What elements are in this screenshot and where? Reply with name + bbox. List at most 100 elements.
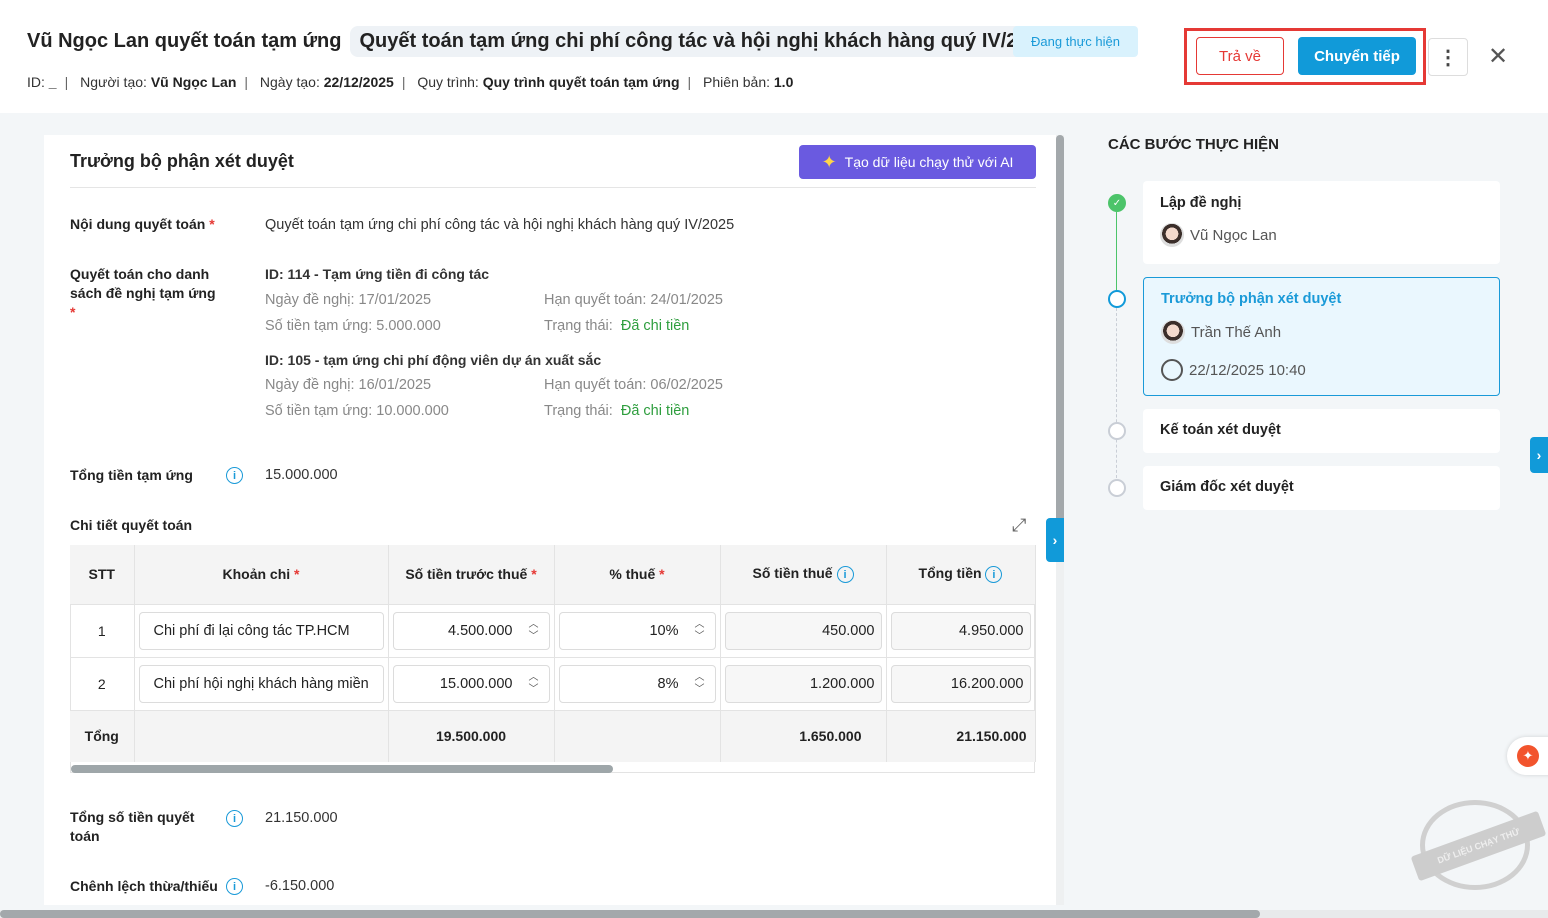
- col-tax-pct: % thuế *: [554, 545, 721, 604]
- content-value: Quyết toán tạm ứng chi phí công tác và h…: [265, 217, 735, 233]
- step-name: Lập đề nghị: [1160, 195, 1242, 211]
- request-status: Trạng thái: Đã chi tiền: [544, 318, 690, 334]
- info-icon[interactable]: i: [226, 810, 243, 827]
- detail-label: Chi tiết quyết toán: [70, 517, 193, 533]
- stepper-icon: ︿ ﹀: [528, 618, 539, 642]
- settle-total-value: 21.150.000: [265, 810, 338, 826]
- col-item: Khoản chi *: [134, 545, 389, 604]
- pending-step-icon: [1108, 422, 1126, 440]
- title-text: Vũ Ngọc Lan quyết toán tạm ứng: [27, 30, 342, 52]
- avatar: [1160, 223, 1184, 247]
- stepper-icon: ︿ ﹀: [528, 671, 539, 695]
- total-value: 16.200.000: [890, 664, 1031, 703]
- step-time: 22/12/2025 10:40: [1161, 359, 1306, 381]
- step-item[interactable]: Lập đề nghị Vũ Ngọc Lan: [1143, 181, 1500, 264]
- version-label: Phiên bản:: [703, 74, 770, 90]
- tax-value: 450.000: [724, 611, 882, 650]
- request-amount: Số tiền tạm ứng: 5.000.000: [265, 318, 441, 334]
- step-item-active[interactable]: Trưởng bộ phận xét duyệt Trần Thế Anh 22…: [1143, 277, 1500, 396]
- info-icon[interactable]: i: [226, 467, 243, 484]
- item-input[interactable]: Chi phí hội nghị khách hàng miền: [138, 664, 384, 703]
- ai-generate-button[interactable]: ✦ Tạo dữ liệu chạy thử với AI: [799, 145, 1036, 179]
- current-step-icon: [1108, 290, 1126, 308]
- step-person: Vũ Ngọc Lan: [1160, 223, 1277, 247]
- step-name: Giám đốc xét duyệt: [1160, 479, 1294, 495]
- id-value: _: [48, 74, 57, 90]
- date-label: Ngày tạo:: [259, 74, 320, 90]
- content-label: Nội dung quyết toán *: [70, 216, 215, 232]
- table-row: 1 Chi phí đi lại công tác TP.HCM 4.500.0…: [70, 603, 1036, 657]
- timeline-line: [1116, 308, 1117, 483]
- totals-tax: 1.650.000: [720, 709, 887, 762]
- table-scrollbar[interactable]: [71, 765, 613, 773]
- col-total: Tổng tiền i: [886, 545, 1036, 604]
- totals-pre-tax: 19.500.000: [388, 709, 555, 762]
- detail-table: STT Khoản chi * Số tiền trước thuế * % t…: [70, 545, 1036, 762]
- stepper-icon: ︿ ﹀: [694, 618, 705, 642]
- check-icon: ✓: [1108, 194, 1126, 212]
- form-scrollbar[interactable]: [1056, 135, 1064, 535]
- close-icon[interactable]: ✕: [1488, 42, 1508, 71]
- total-advance-value: 15.000.000: [265, 467, 338, 483]
- info-icon: i: [836, 566, 854, 584]
- step-name: Kế toán xét duyệt: [1160, 422, 1281, 438]
- page-scrollbar[interactable]: [0, 910, 1260, 918]
- divider: [70, 187, 1036, 188]
- total-value: 4.950.000: [890, 611, 1031, 650]
- version-value: 1.0: [773, 74, 794, 90]
- expand-icon[interactable]: ⤢: [1012, 515, 1026, 536]
- side-toggle-icon[interactable]: ›: [1530, 437, 1548, 473]
- totals-total: 21.150.000: [886, 709, 1036, 762]
- request-title: ID: 114 - Tạm ứng tiền đi công tác: [265, 266, 490, 282]
- page-title: Vũ Ngọc Lan quyết toán tạm ứng Quyết toá…: [27, 26, 1061, 57]
- step-item[interactable]: Giám đốc xét duyệt: [1143, 466, 1500, 510]
- list-label: Quyết toán cho danh sách đề nghị tạm ứng…: [70, 266, 216, 320]
- col-stt: STT: [70, 545, 135, 604]
- item-input[interactable]: Chi phí đi lại công tác TP.HCM: [138, 611, 384, 650]
- tax-pct-input[interactable]: 8% ︿ ﹀: [558, 664, 716, 703]
- form-card: Trưởng bộ phận xét duyệt ✦ Tạo dữ liệu ch…: [44, 135, 1056, 905]
- request-title: ID: 105 - tạm ứng chi phí động viên dự á…: [265, 352, 602, 368]
- ai-assistant-button[interactable]: ✦: [1507, 737, 1548, 775]
- totals-row: Tổng 19.500.000 1.650.000 21.150.000: [70, 709, 1036, 762]
- status-badge: Đang thực hiện: [1013, 26, 1138, 57]
- sparkle-icon: ✦: [1517, 745, 1539, 767]
- pre-tax-input[interactable]: 15.000.000 ︿ ﹀: [392, 664, 550, 703]
- meta-line: ID: _ | Người tạo: Vũ Ngọc Lan | Ngày tạo:…: [27, 74, 794, 90]
- ai-button-label: Tạo dữ liệu chạy thử với AI: [844, 154, 1014, 170]
- request-amount: Số tiền tạm ứng: 10.000.000: [265, 403, 449, 419]
- request-deadline: Hạn quyết toán: 24/01/2025: [544, 292, 723, 308]
- id-label: ID:: [27, 74, 45, 90]
- row-stt: 1: [70, 603, 135, 657]
- request-status: Trạng thái: Đã chi tiền: [544, 403, 690, 419]
- process-label: Quy trình:: [417, 74, 479, 90]
- tax-value: 1.200.000: [724, 664, 882, 703]
- row-stt: 2: [70, 656, 135, 710]
- process-value: Quy trình quyết toán tạm ứng: [482, 74, 680, 90]
- diff-value: -6.150.000: [265, 878, 335, 894]
- col-tax: Số tiền thuế i: [720, 545, 887, 604]
- request-deadline: Hạn quyết toán: 06/02/2025: [544, 377, 723, 393]
- return-button[interactable]: Trả về: [1196, 37, 1284, 75]
- more-options-icon[interactable]: ⋮: [1428, 38, 1468, 76]
- table-header: STT Khoản chi * Số tiền trước thuế * % t…: [70, 545, 1036, 604]
- test-data-stamp: DỮ LIỆU CHẠY THỬ: [1410, 800, 1547, 890]
- header: Vũ Ngọc Lan quyết toán tạm ứng Quyết toá…: [0, 0, 1548, 113]
- step-item[interactable]: Kế toán xét duyệt: [1143, 409, 1500, 453]
- pre-tax-input[interactable]: 4.500.000 ︿ ﹀: [392, 611, 550, 650]
- total-advance-label: Tổng tiền tạm ứng: [70, 467, 193, 483]
- clock-icon: [1161, 359, 1183, 381]
- stepper-icon: ︿ ﹀: [694, 671, 705, 695]
- collapse-toggle-icon[interactable]: ›: [1046, 518, 1064, 562]
- creator-value: Vũ Ngọc Lan: [150, 74, 237, 90]
- avatar: [1161, 320, 1185, 344]
- creator-label: Người tạo:: [80, 74, 147, 90]
- table-row: 2 Chi phí hội nghị khách hàng miền 15.00…: [70, 656, 1036, 710]
- tax-pct-input[interactable]: 10% ︿ ﹀: [558, 611, 716, 650]
- pending-step-icon: [1108, 479, 1126, 497]
- info-icon[interactable]: i: [226, 878, 243, 895]
- form-title: Trưởng bộ phận xét duyệt: [70, 151, 294, 171]
- step-person: Trần Thế Anh: [1161, 320, 1281, 344]
- step-name: Trưởng bộ phận xét duyệt: [1161, 291, 1342, 307]
- forward-button[interactable]: Chuyển tiếp: [1298, 37, 1416, 75]
